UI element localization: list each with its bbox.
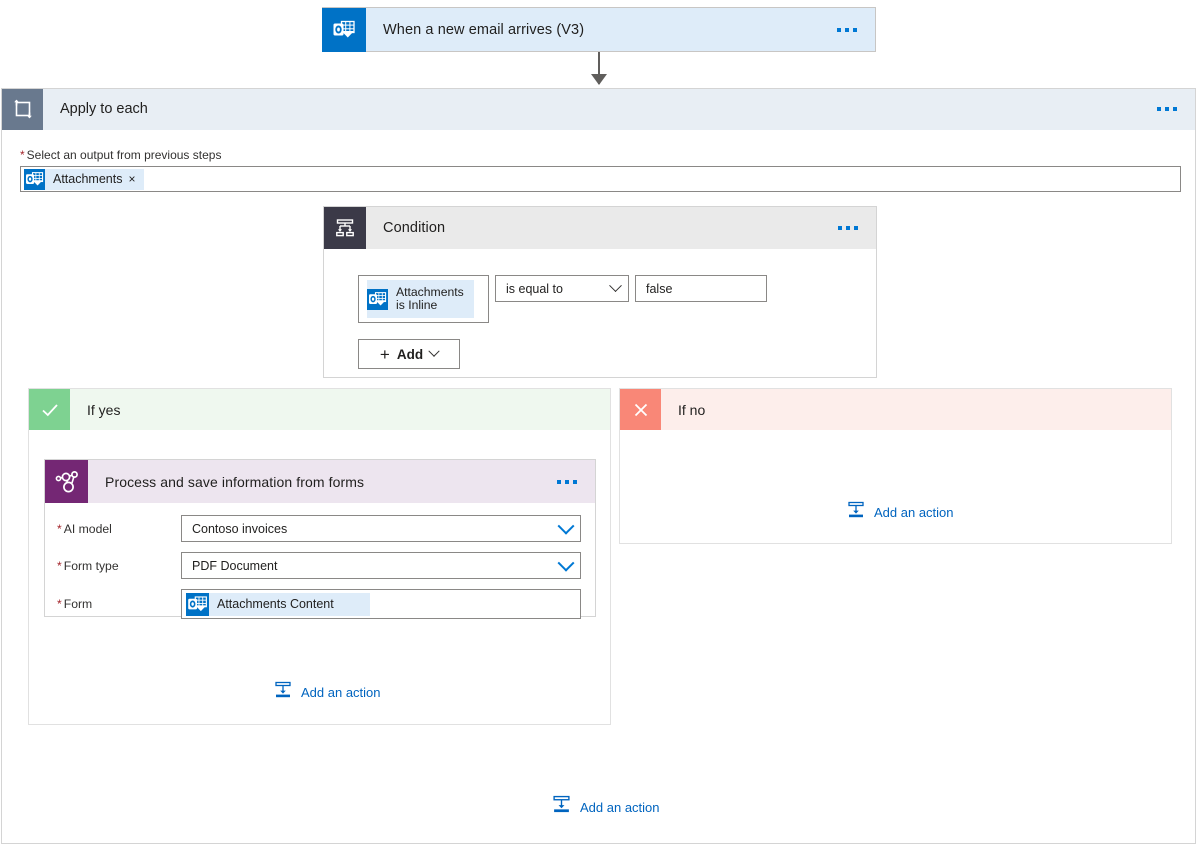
add-action-if-no-label: Add an action	[874, 505, 954, 520]
branch-if-no-title: If no	[661, 402, 705, 418]
condition-operator-value: is equal to	[506, 282, 563, 296]
condition-card: Condition	[323, 206, 877, 378]
close-icon	[620, 389, 661, 430]
token-remove-icon[interactable]: ×	[128, 172, 137, 186]
form-type-label-text: Form type	[64, 559, 119, 573]
token-chip-attachments-content[interactable]: Attachments Content	[186, 593, 370, 616]
condition-icon	[324, 207, 366, 249]
form-label-text: Form	[64, 597, 92, 611]
branch-if-no-header: If no	[620, 389, 1171, 430]
add-action-icon	[274, 681, 292, 704]
token-chip-attachments[interactable]: Attachments ×	[24, 169, 144, 190]
condition-more-menu[interactable]	[838, 226, 876, 230]
trigger-card-header: When a new email arrives (V3)	[322, 8, 875, 51]
condition-left-operand[interactable]: Attachments is Inline	[358, 275, 489, 323]
ai-builder-action-card: Process and save information from forms …	[44, 459, 596, 617]
ai-model-label: *AI model	[45, 522, 181, 536]
ai-builder-title: Process and save information from forms	[88, 474, 364, 490]
ai-model-select[interactable]: Contoso invoices	[181, 515, 581, 542]
outlook-icon	[186, 593, 209, 616]
form-label: *Form	[45, 597, 181, 611]
token-chip-attachments-is-inline[interactable]: Attachments is Inline	[367, 280, 474, 318]
apply-to-each-header[interactable]: Apply to each	[2, 89, 1195, 130]
token-chip-label: Attachments	[45, 172, 128, 186]
outlook-icon	[367, 289, 388, 310]
add-action-icon	[847, 501, 865, 524]
condition-value-text: false	[646, 282, 672, 296]
required-marker: *	[57, 597, 62, 611]
branch-if-no: If no Add an action	[619, 388, 1172, 544]
required-marker: *	[20, 148, 25, 162]
apply-to-each-title: Apply to each	[43, 101, 148, 117]
form-input[interactable]: Attachments Content	[181, 589, 581, 619]
outlook-icon	[322, 8, 366, 52]
loop-icon	[2, 89, 43, 130]
flow-designer-canvas: When a new email arrives (V3) Apply to e…	[0, 0, 1197, 848]
branch-if-yes-title: If yes	[70, 402, 120, 418]
checkmark-icon	[29, 389, 70, 430]
loop-field-label-text: Select an output from previous steps	[27, 148, 222, 162]
ai-builder-body: *AI model Contoso invoices *Form type PD…	[45, 503, 595, 619]
outlook-icon	[24, 169, 45, 190]
form-token-label: Attachments Content	[209, 597, 364, 611]
chevron-down-icon	[428, 346, 439, 357]
add-action-if-yes[interactable]: Add an action	[274, 681, 381, 704]
plus-icon: +	[380, 346, 390, 363]
condition-row: Attachments is Inline is equal to false	[358, 275, 876, 323]
apply-to-each-more-menu[interactable]	[1157, 107, 1195, 111]
chevron-down-icon	[558, 517, 575, 534]
branch-if-yes-header: If yes	[29, 389, 610, 430]
trigger-more-menu[interactable]	[837, 28, 875, 32]
add-action-if-no[interactable]: Add an action	[847, 501, 954, 524]
condition-title: Condition	[366, 220, 445, 236]
condition-header[interactable]: Condition	[324, 207, 876, 249]
loop-field-label: *Select an output from previous steps	[2, 148, 1195, 166]
ai-model-label-text: AI model	[64, 522, 112, 536]
form-type-label: *Form type	[45, 559, 181, 573]
apply-to-each-container: Apply to each *Select an output from pre…	[1, 88, 1196, 844]
chevron-down-icon	[558, 554, 575, 571]
form-type-value: PDF Document	[192, 559, 277, 573]
trigger-card[interactable]: When a new email arrives (V3)	[322, 7, 876, 52]
required-marker: *	[57, 522, 62, 536]
required-marker: *	[57, 559, 62, 573]
condition-value-input[interactable]: false	[635, 275, 767, 302]
form-type-select[interactable]: PDF Document	[181, 552, 581, 579]
add-condition-label: Add	[397, 347, 423, 362]
chevron-down-icon	[609, 279, 622, 292]
add-action-footer[interactable]: Add an action	[552, 795, 660, 819]
add-action-if-yes-label: Add an action	[301, 685, 381, 700]
add-action-icon	[552, 795, 571, 819]
ai-model-value: Contoso invoices	[192, 522, 287, 536]
trigger-title: When a new email arrives (V3)	[366, 22, 584, 38]
ai-builder-header[interactable]: Process and save information from forms	[45, 460, 595, 503]
ai-builder-more-menu[interactable]	[557, 480, 595, 484]
add-condition-button[interactable]: + Add	[358, 339, 460, 369]
condition-body: Attachments is Inline is equal to false	[324, 249, 876, 369]
ai-builder-icon	[45, 460, 88, 503]
loop-output-input[interactable]: Attachments ×	[20, 166, 1181, 192]
branch-if-yes: If yes	[28, 388, 611, 725]
token-line-2: is Inline	[396, 299, 464, 312]
connector-arrow-icon	[591, 74, 607, 85]
ai-field-row: *Form	[45, 589, 581, 619]
add-action-footer-label: Add an action	[580, 800, 660, 815]
ai-field-row: *AI model Contoso invoices	[45, 515, 581, 542]
condition-operator-select[interactable]: is equal to	[495, 275, 629, 302]
ai-field-row: *Form type PDF Document	[45, 552, 581, 579]
